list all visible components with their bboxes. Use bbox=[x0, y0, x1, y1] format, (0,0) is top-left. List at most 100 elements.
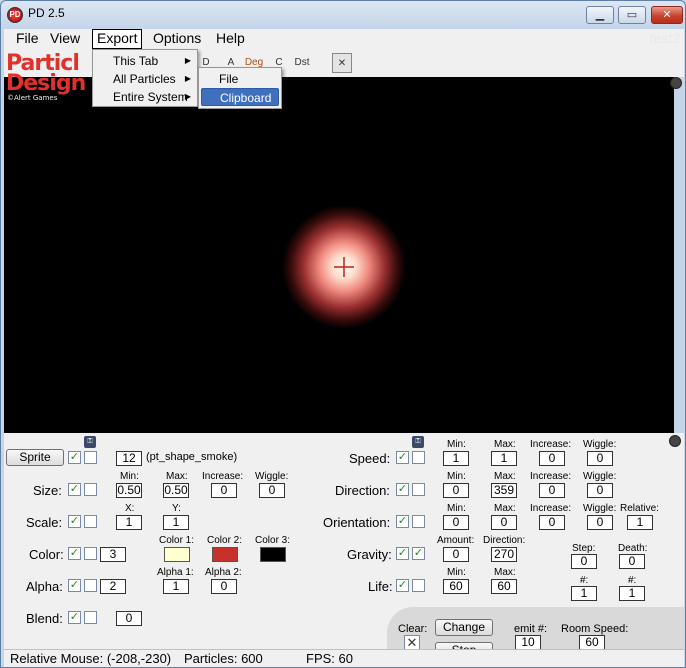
direction-min-field[interactable]: 0 bbox=[443, 483, 469, 498]
crosshair-tool-button[interactable]: ✕ bbox=[332, 53, 352, 73]
size-min-field[interactable]: 0.50 bbox=[116, 483, 142, 498]
color1-header: Color 1: bbox=[159, 535, 195, 546]
speed-max-field[interactable]: 1 bbox=[491, 451, 517, 466]
title-bar: PD PD 2.5 ▁ ▭ ✕ bbox=[1, 1, 685, 27]
motion-lock-icon[interactable]: ⚿ bbox=[412, 436, 424, 448]
color2-swatch[interactable] bbox=[212, 547, 238, 562]
particle-preview-canvas[interactable] bbox=[4, 77, 674, 433]
gravity-checkbox[interactable]: ✓ bbox=[396, 547, 409, 560]
logo-line-2: Design bbox=[6, 71, 86, 96]
direction-wiggle-field[interactable]: 0 bbox=[587, 483, 613, 498]
scale-y-field[interactable]: 1 bbox=[163, 515, 189, 530]
speed-lock-checkbox[interactable] bbox=[412, 451, 425, 464]
alpha-checkbox[interactable]: ✓ bbox=[68, 579, 81, 592]
export-this-tab-item[interactable]: This Tab ▶ bbox=[113, 52, 197, 70]
speed-min-field[interactable]: 1 bbox=[443, 451, 469, 466]
color-lock-checkbox[interactable] bbox=[84, 547, 97, 560]
export-to-clipboard-item[interactable]: Clipboard bbox=[201, 88, 279, 106]
alpha1-field[interactable]: 1 bbox=[163, 579, 189, 594]
blend-lock-checkbox[interactable] bbox=[84, 611, 97, 624]
life-max-header: Max: bbox=[494, 567, 516, 578]
minimize-button[interactable]: ▁ bbox=[586, 6, 614, 24]
step-header: Step: bbox=[572, 543, 596, 554]
direction-max-field[interactable]: 359 bbox=[491, 483, 517, 498]
emit-count-field[interactable]: 10 bbox=[515, 635, 541, 650]
sprite-name: (pt_shape_smoke) bbox=[146, 451, 238, 463]
size-wiggle-header: Wiggle: bbox=[255, 471, 289, 482]
color3-header: Color 3: bbox=[255, 535, 291, 546]
speed-checkbox[interactable]: ✓ bbox=[396, 451, 409, 464]
size-label: Size: bbox=[33, 483, 62, 498]
sprite-checkbox[interactable]: ✓ bbox=[68, 451, 81, 464]
orientation-max-header: Max: bbox=[494, 503, 516, 514]
gravity-direction-field[interactable]: 270 bbox=[491, 547, 517, 562]
alpha-mode-field[interactable]: 2 bbox=[100, 579, 126, 594]
death-count-field[interactable]: 1 bbox=[619, 586, 645, 601]
direction-checkbox[interactable]: ✓ bbox=[396, 483, 409, 496]
alpha2-field[interactable]: 0 bbox=[211, 579, 237, 594]
menu-file[interactable]: File bbox=[12, 29, 43, 49]
color1-swatch[interactable] bbox=[164, 547, 190, 562]
blend-field[interactable]: 0 bbox=[116, 611, 142, 626]
menu-options[interactable]: Options bbox=[149, 29, 205, 49]
menu-help[interactable]: Help bbox=[212, 29, 249, 49]
speed-wiggle-field[interactable]: 0 bbox=[587, 451, 613, 466]
death-field[interactable]: 0 bbox=[619, 554, 645, 569]
maximize-button[interactable]: ▭ bbox=[618, 6, 646, 24]
orientation-checkbox[interactable]: ✓ bbox=[396, 515, 409, 528]
size-checkbox[interactable]: ✓ bbox=[68, 483, 81, 496]
sprite-button[interactable]: Sprite bbox=[6, 449, 64, 466]
menu-view[interactable]: View bbox=[46, 29, 84, 49]
direction-increase-field[interactable]: 0 bbox=[539, 483, 565, 498]
size-wiggle-field[interactable]: 0 bbox=[259, 483, 285, 498]
scale-x-field[interactable]: 1 bbox=[116, 515, 142, 530]
step-field[interactable]: 0 bbox=[571, 554, 597, 569]
orientation-wiggle-field[interactable]: 0 bbox=[587, 515, 613, 530]
menu-export[interactable]: Export bbox=[92, 29, 143, 49]
life-lock-checkbox[interactable] bbox=[412, 579, 425, 592]
size-max-field[interactable]: 0.50 bbox=[163, 483, 189, 498]
particle-preview bbox=[282, 205, 406, 329]
gravity-lock-checkbox[interactable]: ✓ bbox=[412, 547, 425, 560]
export-entire-system-item[interactable]: Entire System ▶ bbox=[113, 88, 197, 106]
change-button[interactable]: Change bbox=[435, 619, 493, 636]
lock-icon[interactable]: ⚿ bbox=[84, 436, 96, 448]
blend-checkbox[interactable]: ✓ bbox=[68, 611, 81, 624]
color3-swatch[interactable] bbox=[260, 547, 286, 562]
orientation-min-field[interactable]: 0 bbox=[443, 515, 469, 530]
canvas-corner-knob[interactable] bbox=[670, 77, 682, 89]
export-all-particles-item[interactable]: All Particles ▶ bbox=[113, 70, 197, 88]
orientation-increase-field[interactable]: 0 bbox=[539, 515, 565, 530]
color-mode-field[interactable]: 3 bbox=[100, 547, 126, 562]
life-max-field[interactable]: 60 bbox=[491, 579, 517, 594]
direction-lock-checkbox[interactable] bbox=[412, 483, 425, 496]
scale-checkbox[interactable]: ✓ bbox=[68, 515, 81, 528]
export-menu: This Tab ▶ All Particles ▶ Entire System… bbox=[92, 49, 198, 107]
panel-corner-knob[interactable] bbox=[669, 435, 681, 447]
speed-increase-field[interactable]: 0 bbox=[539, 451, 565, 466]
scale-y-header: Y: bbox=[172, 503, 181, 514]
orientation-relative-field[interactable]: 1 bbox=[627, 515, 653, 530]
sprite-lock-checkbox[interactable] bbox=[84, 451, 97, 464]
close-button[interactable]: ✕ bbox=[651, 6, 683, 24]
step-count-field[interactable]: 1 bbox=[571, 586, 597, 601]
orientation-lock-checkbox[interactable] bbox=[412, 515, 425, 528]
gravity-direction-header: Direction: bbox=[483, 535, 526, 546]
export-to-file-item[interactable]: File bbox=[201, 70, 279, 88]
alpha-lock-checkbox[interactable] bbox=[84, 579, 97, 592]
scale-lock-checkbox[interactable] bbox=[84, 515, 97, 528]
sprite-index-field[interactable]: 12 bbox=[116, 451, 142, 466]
size-lock-checkbox[interactable] bbox=[84, 483, 97, 496]
gravity-amount-field[interactable]: 0 bbox=[443, 547, 469, 562]
emitter-controls: Clear: ✕ Change Stop emit #: 10 Room Spe… bbox=[387, 607, 684, 659]
tool-dst-button[interactable]: Dst bbox=[292, 53, 312, 73]
life-min-field[interactable]: 60 bbox=[443, 579, 469, 594]
room-speed-field[interactable]: 60 bbox=[579, 635, 605, 650]
death-count-header: #: bbox=[628, 575, 637, 586]
size-increase-field[interactable]: 0 bbox=[211, 483, 237, 498]
life-checkbox[interactable]: ✓ bbox=[396, 579, 409, 592]
clear-checkbox[interactable]: ✕ bbox=[404, 635, 420, 650]
current-tab-name: test2 bbox=[649, 30, 680, 46]
orientation-max-field[interactable]: 0 bbox=[491, 515, 517, 530]
color-checkbox[interactable]: ✓ bbox=[68, 547, 81, 560]
